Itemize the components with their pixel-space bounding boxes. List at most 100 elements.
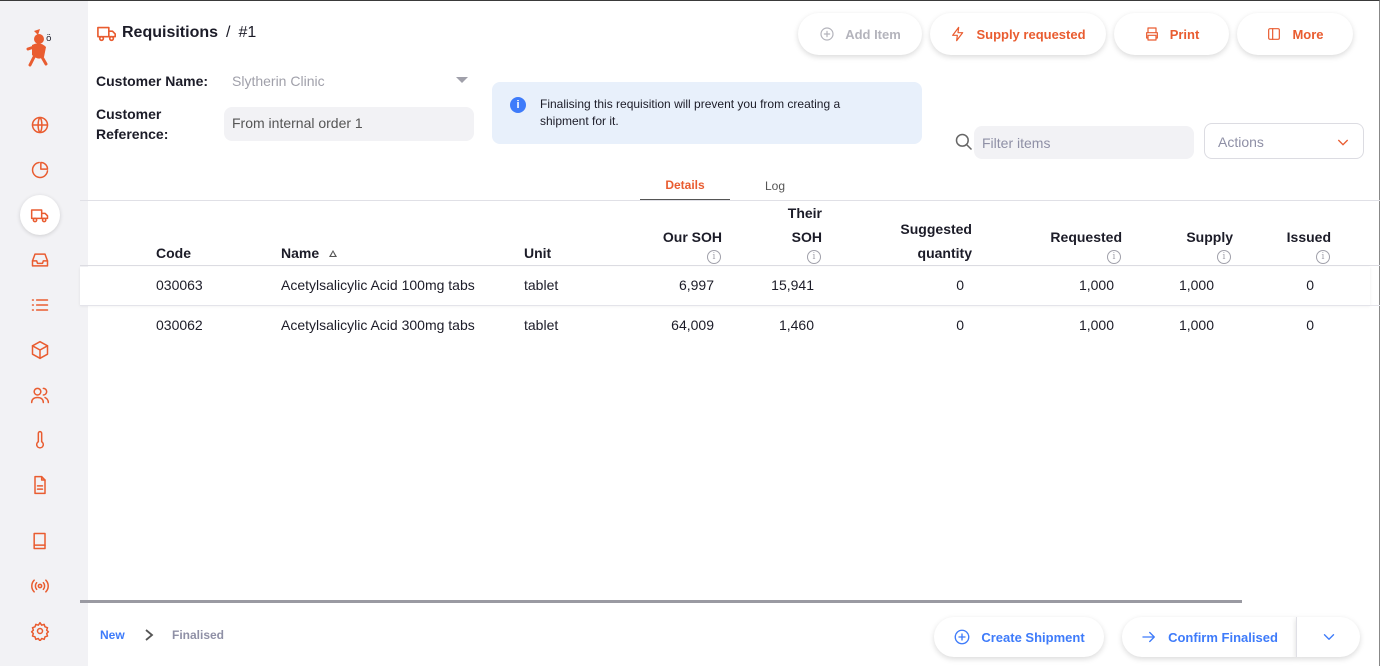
plus-circle-icon xyxy=(820,27,834,41)
add-item-button[interactable]: Add Item xyxy=(798,13,922,55)
svg-text:ö: ö xyxy=(46,34,52,44)
filter-items-input[interactable] xyxy=(974,126,1194,159)
nav-distribution[interactable] xyxy=(20,195,60,235)
tab-log[interactable]: Log xyxy=(730,171,820,201)
list-icon xyxy=(31,299,49,311)
package-icon xyxy=(31,340,49,360)
cell-our-soh: 6,997 xyxy=(678,277,714,293)
info-alert-line1: Finalising this requisition will prevent… xyxy=(540,97,841,111)
column-header-issued[interactable]: Issued xyxy=(1231,225,1331,249)
nav-manage[interactable] xyxy=(20,465,60,505)
chevron-down-icon xyxy=(1335,134,1351,150)
customer-reference-label-line1: Customer xyxy=(96,106,162,122)
cell-name: Acetylsalicylic Acid 300mg tabs xyxy=(281,317,475,333)
horizontal-scrollbar[interactable] xyxy=(80,600,1242,603)
cell-supply: 1,000 xyxy=(1178,317,1214,333)
breadcrumb: Requisitions / #1 xyxy=(96,23,256,43)
customer-name-label: Customer Name: xyxy=(96,73,209,89)
pie-chart-icon xyxy=(31,161,49,179)
column-header-supply[interactable]: Supply xyxy=(1113,225,1233,249)
sort-ascending-icon xyxy=(329,250,338,257)
status-finalised: Finalised xyxy=(172,628,225,642)
supply-requested-label: Supply requested xyxy=(976,26,1086,42)
nav-docs[interactable] xyxy=(20,521,60,561)
cell-requested: 1,000 xyxy=(1078,277,1114,293)
tab-details[interactable]: Details xyxy=(640,171,730,201)
cell-supply: 1,000 xyxy=(1178,277,1214,293)
cell-requested: 1,000 xyxy=(1078,317,1114,333)
radio-icon xyxy=(31,579,49,593)
sidebar: ö xyxy=(0,1,80,666)
info-alert-text: Finalising this requisition will prevent… xyxy=(540,96,840,130)
nav-inventory[interactable] xyxy=(20,330,60,370)
print-label: Print xyxy=(1169,26,1200,42)
cell-their-soh: 1,460 xyxy=(778,317,814,333)
column-header-name-label: Name xyxy=(281,245,320,261)
nav-catalogue[interactable] xyxy=(20,285,60,325)
cell-suggested: 0 xyxy=(956,277,964,293)
truck-icon xyxy=(30,209,49,223)
actions-dropdown[interactable]: Actions xyxy=(1204,123,1364,159)
column-header-unit[interactable]: Unit xyxy=(524,241,551,265)
more-button[interactable]: More xyxy=(1237,13,1353,55)
lightning-icon xyxy=(952,26,964,42)
caret-down-icon xyxy=(456,77,468,83)
their-soh-line2: SOH xyxy=(791,229,822,245)
column-header-requested[interactable]: Requested xyxy=(1002,225,1122,249)
chevron-right-icon xyxy=(145,629,154,641)
cell-issued: 0 xyxy=(1306,277,1314,293)
thermometer-icon xyxy=(35,430,45,449)
breadcrumb-requisitions-link[interactable]: Requisitions xyxy=(122,24,218,42)
cell-their-soh: 15,941 xyxy=(771,277,814,293)
info-icon: i xyxy=(1217,250,1231,264)
confirm-finalised-button[interactable]: Confirm Finalised xyxy=(1122,617,1296,657)
column-header-their-soh[interactable]: Their SOH xyxy=(722,201,822,249)
breadcrumb-separator: / xyxy=(226,24,231,41)
inbox-icon xyxy=(31,253,49,267)
customer-reference-label: Customer Reference: xyxy=(96,104,168,144)
app-window: ö Requisitions / #1 Add Item Supply requ… xyxy=(0,0,1380,666)
create-shipment-button[interactable]: Create Shipment xyxy=(934,617,1104,657)
breadcrumb-current: #1 xyxy=(238,24,257,41)
nav-cold-chain[interactable] xyxy=(20,420,60,460)
app-logo-icon[interactable]: ö xyxy=(24,27,56,67)
column-header-suggested-quantity[interactable]: Suggested quantity xyxy=(852,217,972,265)
column-header-name[interactable]: Name xyxy=(281,241,338,265)
more-label: More xyxy=(1292,26,1324,42)
add-item-label: Add Item xyxy=(845,26,901,42)
sidebar-panel-icon xyxy=(1268,28,1281,40)
nav-replenishment[interactable] xyxy=(20,240,60,280)
file-text-icon xyxy=(34,475,46,495)
column-header-code[interactable]: Code xyxy=(156,241,191,265)
cell-suggested: 0 xyxy=(956,317,964,333)
nav-sync[interactable] xyxy=(20,566,60,606)
cell-unit: tablet xyxy=(524,317,559,333)
cell-issued: 0 xyxy=(1306,317,1314,333)
plus-circle-icon xyxy=(954,629,970,645)
confirm-finalised-label: Confirm Finalised xyxy=(1168,629,1278,645)
info-alert-line2: shipment for it. xyxy=(540,114,619,128)
column-header-our-soh[interactable]: Our SOH xyxy=(622,225,722,249)
printer-icon xyxy=(1145,27,1158,41)
nav-settings[interactable] xyxy=(20,611,60,651)
cell-unit: tablet xyxy=(524,277,559,293)
search-icon xyxy=(954,132,974,152)
suggested-line2: quantity xyxy=(917,245,972,261)
info-icon: i xyxy=(1107,250,1121,264)
nav-dashboard[interactable] xyxy=(20,105,60,145)
cell-our-soh: 64,009 xyxy=(671,317,714,333)
customer-reference-input[interactable]: From internal order 1 xyxy=(224,107,474,141)
cell-code: 030063 xyxy=(156,277,203,293)
truck-icon xyxy=(97,26,116,42)
actions-label: Actions xyxy=(1218,134,1264,150)
customer-name-select[interactable]: Slytherin Clinic xyxy=(224,69,474,97)
status-menu-toggle[interactable] xyxy=(1296,617,1360,657)
info-alert: i Finalising this requisition will preve… xyxy=(492,82,922,144)
supply-requested-button[interactable]: Supply requested xyxy=(930,13,1106,55)
print-button[interactable]: Print xyxy=(1114,13,1229,55)
suggested-line1: Suggested xyxy=(900,221,972,237)
table-header-divider xyxy=(80,265,1380,266)
nav-reports[interactable] xyxy=(20,150,60,190)
create-shipment-label: Create Shipment xyxy=(981,629,1085,645)
nav-patients[interactable] xyxy=(20,375,60,415)
